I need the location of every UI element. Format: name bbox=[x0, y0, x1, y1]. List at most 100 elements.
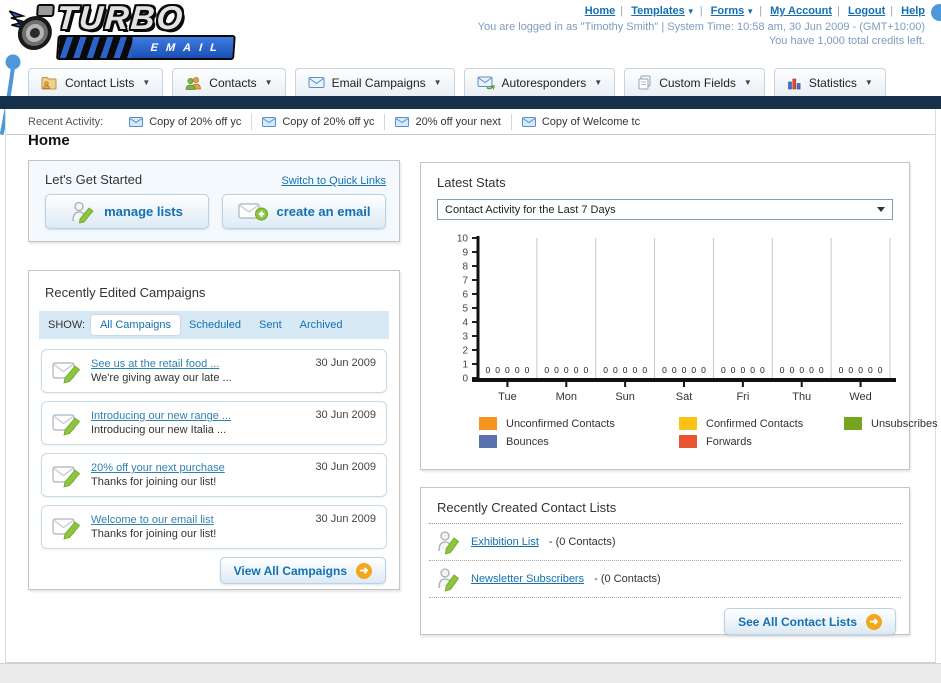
recent-activity-item[interactable]: 20% off your next bbox=[384, 113, 510, 130]
see-all-contact-lists-label: See All Contact Lists bbox=[738, 614, 857, 629]
contact-list-link[interactable]: Exhibition List bbox=[471, 536, 539, 548]
stats-select-value: Contact Activity for the Last 7 Days bbox=[445, 203, 616, 216]
pages-icon bbox=[638, 75, 651, 90]
stats-period-select[interactable]: Contact Activity for the Last 7 Days bbox=[437, 199, 893, 220]
svg-text:0: 0 bbox=[633, 365, 638, 375]
recent-activity-item[interactable]: Copy of 20% off yc bbox=[119, 114, 251, 130]
svg-text:Sun: Sun bbox=[615, 391, 635, 403]
recent-activity-item[interactable]: Copy of 20% off yc bbox=[251, 113, 384, 130]
legend-item: Forwards bbox=[679, 435, 844, 448]
manage-lists-label: manage lists bbox=[104, 204, 183, 219]
tab-scheduled[interactable]: Scheduled bbox=[180, 315, 250, 335]
svg-text:9: 9 bbox=[462, 248, 468, 259]
legend-swatch bbox=[679, 417, 697, 430]
manage-lists-button[interactable]: manage lists bbox=[45, 194, 209, 229]
svg-text:0: 0 bbox=[613, 365, 618, 375]
svg-text:0: 0 bbox=[583, 365, 588, 375]
see-all-contact-lists-button[interactable]: See All Contact Lists ➜ bbox=[724, 608, 896, 635]
legend-label: Bounces bbox=[506, 435, 549, 448]
svg-text:0: 0 bbox=[672, 365, 677, 375]
svg-text:0: 0 bbox=[525, 365, 530, 375]
dropdown-arrow-icon: ▼ bbox=[746, 7, 755, 16]
top-link-home[interactable]: Home bbox=[585, 5, 616, 17]
campaign-title-link[interactable]: Introducing our new range ... bbox=[91, 409, 306, 423]
switch-quick-links-link[interactable]: Switch to Quick Links bbox=[281, 175, 386, 187]
nav-tab-custom-fields[interactable]: Custom Fields ▼ bbox=[624, 68, 765, 96]
recent-activity-item[interactable]: Copy of Welcome tc bbox=[510, 113, 650, 130]
turbo-email-logo[interactable]: TURBO EMAIL bbox=[4, 0, 238, 60]
legend-swatch bbox=[679, 435, 697, 448]
view-all-campaigns-button[interactable]: View All Campaigns ➜ bbox=[219, 557, 386, 584]
legend-swatch bbox=[479, 417, 497, 430]
contact-list-link[interactable]: Newsletter Subscribers bbox=[471, 573, 584, 585]
svg-text:0: 0 bbox=[760, 365, 765, 375]
campaign-row[interactable]: Introducing our new range ... Introducin… bbox=[41, 401, 387, 445]
svg-text:0: 0 bbox=[554, 365, 559, 375]
top-link-templates[interactable]: Templates bbox=[631, 5, 685, 17]
campaigns-filter-bar: SHOW: All Campaigns Scheduled Sent Archi… bbox=[39, 311, 389, 339]
top-nav-links: Home | Templates ▼ | Forms ▼ | My Account | Lo… bbox=[584, 5, 925, 17]
svg-text:Fri: Fri bbox=[736, 391, 749, 403]
campaign-title-link[interactable]: See us at the retail food ... bbox=[91, 357, 306, 371]
folder-icon bbox=[41, 76, 57, 89]
envelope-edit-icon bbox=[52, 517, 81, 540]
nav-tab-statistics[interactable]: Statistics ▼ bbox=[773, 68, 886, 96]
campaign-title-link[interactable]: Welcome to our email list bbox=[91, 513, 306, 527]
tab-all-campaigns[interactable]: All Campaigns bbox=[91, 315, 180, 335]
svg-text:0: 0 bbox=[878, 365, 883, 375]
tab-sent[interactable]: Sent bbox=[250, 315, 291, 335]
svg-text:0: 0 bbox=[495, 365, 500, 375]
svg-text:0: 0 bbox=[682, 365, 687, 375]
campaign-row[interactable]: See us at the retail food ... We're givi… bbox=[41, 349, 387, 393]
nav-tab-label: Contact Lists bbox=[65, 75, 135, 90]
top-link-logout[interactable]: Logout bbox=[848, 5, 885, 17]
create-email-icon bbox=[237, 202, 268, 220]
person-edit-icon bbox=[438, 531, 460, 555]
campaigns-title: Recently Edited Campaigns bbox=[45, 285, 206, 300]
nav-tab-autoresponders[interactable]: Autoresponders ▼ bbox=[463, 68, 616, 96]
contact-lists-panel: Recently Created Contact Lists Exhibitio… bbox=[420, 487, 910, 635]
latest-stats-title: Latest Stats bbox=[437, 175, 506, 190]
get-started-title: Let's Get Started bbox=[45, 172, 143, 187]
contact-list-detail: - (0 Contacts) bbox=[594, 573, 661, 585]
campaign-row[interactable]: 20% off your next purchase Thanks for jo… bbox=[41, 453, 387, 497]
envelope-edit-icon bbox=[52, 361, 81, 384]
recent-activity-text: Copy of 20% off yc bbox=[282, 115, 375, 128]
campaign-row[interactable]: Welcome to our email list Thanks for joi… bbox=[41, 505, 387, 549]
top-link-help[interactable]: Help bbox=[901, 5, 925, 17]
svg-text:0: 0 bbox=[691, 365, 696, 375]
create-email-button[interactable]: create an email bbox=[222, 194, 386, 229]
svg-text:0: 0 bbox=[750, 365, 755, 375]
nav-tab-label: Statistics bbox=[808, 75, 857, 90]
top-link-forms[interactable]: Forms bbox=[711, 5, 745, 17]
recent-activity-text: 20% off your next bbox=[415, 115, 501, 128]
envelope-edit-icon bbox=[52, 465, 81, 488]
svg-text:5: 5 bbox=[462, 304, 468, 315]
campaign-subtitle: We're giving away our late ... bbox=[91, 372, 232, 384]
svg-text:0: 0 bbox=[839, 365, 844, 375]
envelope-icon bbox=[521, 116, 536, 127]
campaign-date: 30 Jun 2009 bbox=[315, 357, 376, 369]
contact-list-item[interactable]: Exhibition List - (0 Contacts) bbox=[429, 524, 901, 561]
nav-tab-label: Contacts bbox=[209, 75, 257, 90]
recent-activity-text: Copy of 20% off yc bbox=[149, 115, 242, 128]
person-edit-icon bbox=[72, 201, 94, 224]
nav-tab-email-campaigns[interactable]: Email Campaigns ▼ bbox=[294, 68, 455, 96]
svg-text:0: 0 bbox=[858, 365, 863, 375]
top-link-my-account[interactable]: My Account bbox=[770, 5, 832, 17]
svg-text:Sat: Sat bbox=[676, 391, 693, 403]
campaign-date: 30 Jun 2009 bbox=[315, 461, 376, 473]
envelope-icon bbox=[308, 77, 325, 88]
legend-item: Confirmed Contacts bbox=[679, 417, 844, 430]
chevron-down-icon: ▼ bbox=[264, 78, 273, 87]
legend-swatch bbox=[479, 435, 497, 448]
campaign-title-link[interactable]: 20% off your next purchase bbox=[91, 461, 306, 475]
header: TURBO EMAIL Home | Templates ▼ | Forms ▼ | My… bbox=[0, 0, 941, 64]
nav-tab-contact-lists[interactable]: Contact Lists ▼ bbox=[28, 68, 164, 96]
autoresponder-envelope-icon bbox=[477, 76, 495, 90]
nav-tab-contacts[interactable]: Contacts ▼ bbox=[172, 68, 286, 96]
contact-list-item[interactable]: Newsletter Subscribers - (0 Contacts) bbox=[429, 561, 901, 598]
tab-archived[interactable]: Archived bbox=[291, 315, 352, 335]
svg-text:0: 0 bbox=[623, 365, 628, 375]
campaign-subtitle: Thanks for joining our list! bbox=[91, 528, 217, 540]
